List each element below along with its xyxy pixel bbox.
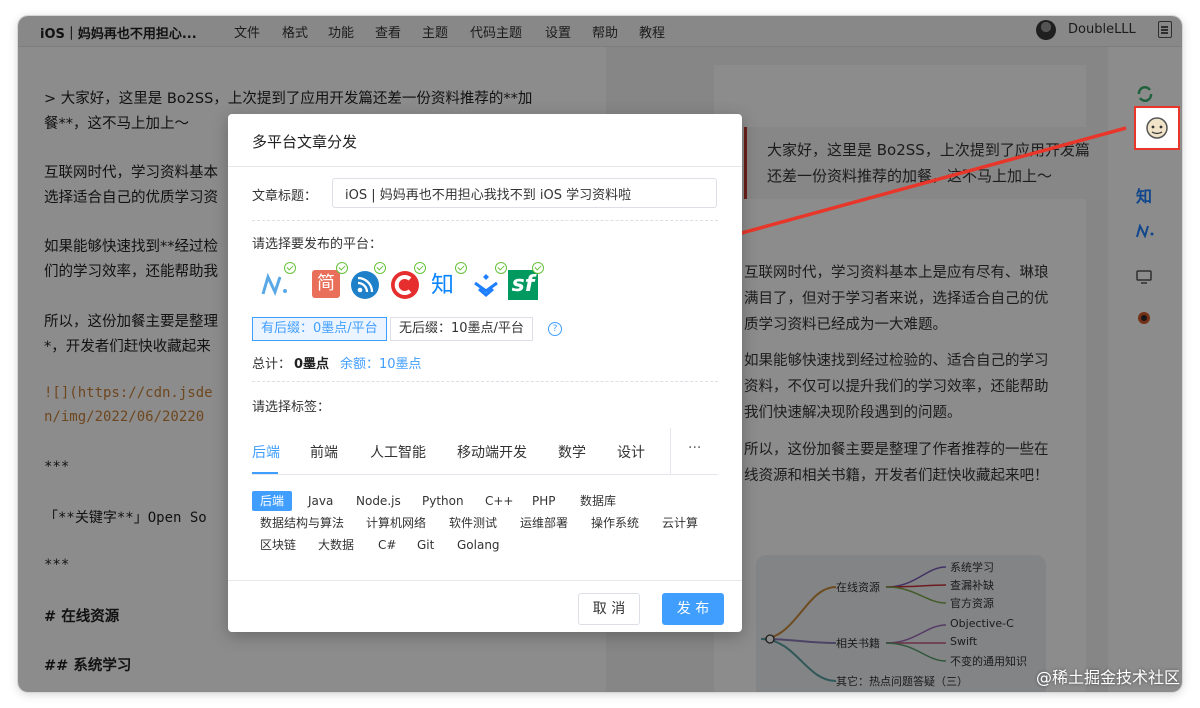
publish-plugin-highlight[interactable] [1134, 106, 1180, 150]
check-icon [284, 262, 296, 274]
check-icon [414, 262, 426, 274]
watermark: @稀土掘金技术社区 [1035, 668, 1180, 687]
tab-mobile[interactable]: 移动端开发 [457, 442, 527, 462]
check-icon [532, 262, 544, 274]
divider [252, 220, 718, 221]
publish-button[interactable]: 发 布 [662, 593, 724, 625]
check-icon [455, 262, 467, 274]
platform-label: 请选择要发布的平台： [252, 237, 383, 252]
segmentfault-icon: sf [508, 270, 538, 300]
jianshu-icon: 简 [312, 270, 340, 298]
platform-mdnice[interactable] [260, 262, 296, 300]
platform-juejin[interactable] [471, 262, 507, 300]
tag-backend[interactable]: 后端 [252, 491, 293, 511]
tag-item[interactable]: 数据结构与算法 [252, 513, 352, 533]
platform-zhihu[interactable]: 知 [431, 262, 467, 300]
tag-item[interactable]: Python [414, 491, 472, 511]
tag-item[interactable]: Java [300, 491, 341, 511]
juejin-icon [474, 274, 498, 297]
tag-item[interactable]: Node.js [348, 491, 409, 511]
dialog-footer: 取 消 发 布 [228, 580, 742, 633]
check-icon [336, 262, 348, 274]
check-icon [374, 262, 386, 274]
platform-jianshu[interactable]: 简 [312, 262, 348, 300]
tag-item[interactable]: 计算机网络 [358, 513, 434, 533]
tag-category-tabs: 后端 前端 人工智能 移动端开发 数学 设计 ··· [252, 428, 718, 475]
tag-item[interactable]: Golang [449, 535, 508, 555]
article-title-label: 文章标题： [252, 189, 318, 204]
multi-publish-icon [1146, 117, 1168, 139]
total-label: 总计： [252, 357, 292, 372]
tag-item[interactable]: 云计算 [654, 513, 706, 533]
article-title-input[interactable] [332, 178, 717, 208]
tag-item[interactable]: 大数据 [310, 535, 362, 555]
tag-item[interactable]: PHP [524, 491, 564, 511]
platform-rss[interactable] [350, 262, 386, 300]
tab-design[interactable]: 设计 [617, 442, 645, 462]
cancel-button[interactable]: 取 消 [578, 593, 640, 625]
tab-backend[interactable]: 后端 [252, 442, 280, 462]
publish-dialog: 多平台文章分发 文章标题： 请选择要发布的平台： 简 知 sf 有后缀：0墨点/… [228, 114, 742, 632]
tag-item[interactable]: 操作系统 [583, 513, 647, 533]
tag-item[interactable]: C# [370, 535, 404, 555]
total-value: 0墨点 [294, 357, 330, 372]
rss-icon [351, 271, 379, 299]
tag-item[interactable]: Git [409, 535, 442, 555]
divider [252, 381, 718, 382]
tab-math[interactable]: 数学 [558, 442, 586, 462]
active-tab-indicator [252, 472, 278, 474]
help-icon[interactable]: ? [548, 322, 562, 336]
dialog-header: 多平台文章分发 [228, 114, 742, 167]
tag-item[interactable]: 数据库 [572, 491, 624, 511]
tag-item[interactable]: 运维部署 [512, 513, 576, 533]
balance-value: 余额：10墨点 [340, 357, 422, 372]
tab-divider [670, 428, 671, 474]
mdnice-icon [261, 272, 287, 297]
platform-csdn[interactable] [390, 262, 426, 300]
suffix-with-option[interactable]: 有后缀：0墨点/平台 [252, 317, 387, 341]
dialog-title: 多平台文章分发 [252, 133, 358, 151]
tag-item[interactable]: 软件测试 [441, 513, 505, 533]
tag-item[interactable]: C++ [477, 491, 522, 511]
tab-frontend[interactable]: 前端 [310, 442, 338, 462]
platform-segmentfault[interactable]: sf [508, 262, 544, 300]
more-tabs-button[interactable]: ··· [688, 440, 701, 456]
tag-label: 请选择标签： [252, 400, 331, 415]
tab-ai[interactable]: 人工智能 [370, 442, 426, 462]
suffix-without-option[interactable]: 无后缀：10墨点/平台 [390, 317, 533, 341]
tag-item[interactable]: 区块链 [252, 535, 304, 555]
check-icon [495, 262, 507, 274]
zhihu-icon: 知 [431, 272, 454, 298]
csdn-icon [391, 271, 419, 299]
